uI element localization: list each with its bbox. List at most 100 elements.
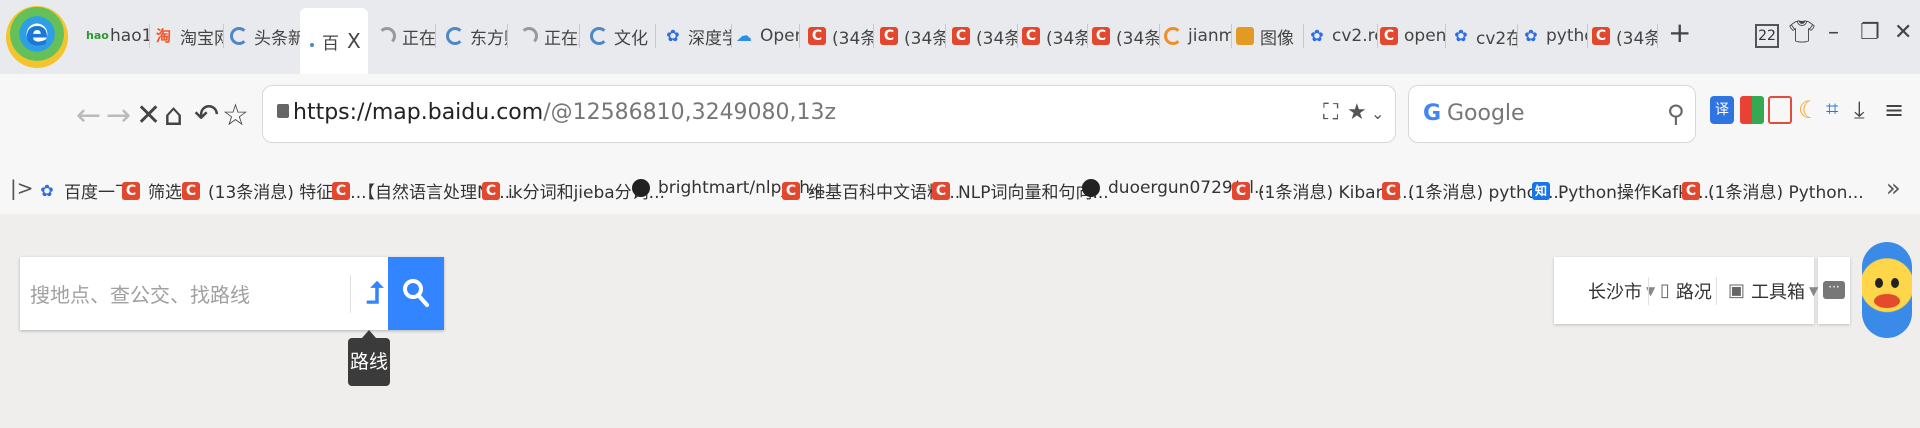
tab-label: jianm xyxy=(1188,26,1232,46)
tab-item[interactable]: 文化 xyxy=(590,14,656,58)
forward-icon[interactable]: → xyxy=(106,98,131,133)
pdf-icon[interactable] xyxy=(1768,96,1792,124)
tab-strip: e hao hao1 淘 淘宝网 头条新 百 X 正在加 东方财 正在加 文化 … xyxy=(0,0,1920,74)
download-icon[interactable]: ⤓ xyxy=(1854,96,1878,124)
baidu-paw-icon: ✿ xyxy=(1454,26,1468,45)
tab-item[interactable]: ☁ Open xyxy=(736,14,800,58)
loading-icon xyxy=(590,27,608,45)
tab-item[interactable]: 正在加 xyxy=(378,14,436,58)
tab-item[interactable]: C (34条 xyxy=(880,14,946,58)
tab-item[interactable]: C (34条 xyxy=(1092,14,1160,58)
image-icon xyxy=(1236,27,1254,45)
chevron-down-icon[interactable]: ⌄ xyxy=(1371,104,1384,123)
lock-icon xyxy=(277,104,289,118)
tab-item[interactable]: ✿ cv2在 xyxy=(1452,14,1518,58)
cloud-icon: ☁ xyxy=(736,26,752,45)
jianshu-icon xyxy=(1164,27,1182,45)
map-search-input[interactable]: 搜地点、查公交、找路线 xyxy=(30,279,250,308)
tab-item[interactable]: C (34条 xyxy=(1022,14,1088,58)
google-icon: G xyxy=(1423,101,1442,126)
route-arrow-icon: ⮥ xyxy=(366,276,384,311)
tab-item[interactable]: 头条新 xyxy=(230,14,300,58)
address-toolbar: ← → ✕ ⌂ ↶ ☆ https://map.baidu.com/@12586… xyxy=(0,74,1920,166)
map-canvas[interactable]: 搜地点、查公交、找路线 ⮥ 路线 长沙市 ▼ ▯ 路况 ▣ 工具箱 ▼ ··· xyxy=(0,214,1920,428)
address-bar[interactable]: https://map.baidu.com/@12586810,3249080,… xyxy=(262,85,1396,143)
tab-item[interactable]: jianm xyxy=(1164,14,1232,58)
csdn-icon: C xyxy=(1092,27,1110,45)
tab-label: 图像 xyxy=(1260,28,1294,49)
tab-item[interactable]: C (34条 xyxy=(1592,14,1658,58)
close-window-icon[interactable]: ✕ xyxy=(1894,20,1912,45)
csdn-icon: C xyxy=(1382,181,1400,200)
bookmark-item[interactable]: C 筛选 xyxy=(122,178,182,203)
github-icon xyxy=(1082,179,1100,197)
night-mode-icon[interactable]: ☾ xyxy=(1798,96,1822,124)
baidu-paw-icon: ✿ xyxy=(666,26,680,45)
tab-label: 正在加 xyxy=(402,28,436,49)
tab-item[interactable]: 正在加 xyxy=(520,14,580,58)
bookmark-item[interactable]: C (1条消息) Python... xyxy=(1682,178,1864,203)
map-search-button[interactable] xyxy=(388,257,444,330)
message-button[interactable]: ··· xyxy=(1818,257,1850,324)
tab-item[interactable]: 东方财 xyxy=(446,14,508,58)
tab-item[interactable]: C (34条 xyxy=(808,14,874,58)
tab-label: 东方财 xyxy=(470,28,508,49)
tab-label: 正在加 xyxy=(544,28,580,49)
minimize-icon[interactable]: – xyxy=(1828,20,1839,45)
tab-item[interactable]: ✿ pytho xyxy=(1522,14,1588,58)
tab-label: hao1 xyxy=(110,26,150,46)
new-tab-button[interactable]: + xyxy=(1668,16,1691,49)
favorite-star-icon[interactable]: ☆ xyxy=(222,98,249,133)
tab-label: (34条 xyxy=(1616,28,1658,49)
tab-count-badge[interactable]: 22 xyxy=(1755,24,1779,48)
address-url[interactable]: https://map.baidu.com/@12586810,3249080,… xyxy=(293,100,836,125)
search-icon[interactable]: ⚲ xyxy=(1667,100,1685,128)
undo-icon[interactable]: ↶ xyxy=(194,98,219,133)
toolbox-button[interactable]: ▣ 工具箱 ▼ xyxy=(1728,257,1818,324)
avatar[interactable] xyxy=(1862,242,1912,338)
tab-close-button[interactable]: X xyxy=(347,29,361,53)
tab-item[interactable]: 淘 淘宝网 xyxy=(156,14,224,58)
tab-item[interactable]: hao hao1 xyxy=(86,14,150,58)
bookmark-label: (1条消息) Python... xyxy=(1708,183,1864,203)
screenshot-icon[interactable]: ⛶ xyxy=(1323,100,1338,125)
back-icon[interactable]: ← xyxy=(76,98,101,133)
bookmarks-more-button[interactable]: » xyxy=(1886,174,1901,202)
sidebar-toggle-icon[interactable]: |> xyxy=(10,176,34,200)
map-toolbar: 长沙市 ▼ ▯ 路况 ▣ 工具箱 ▼ xyxy=(1554,257,1818,324)
tab-item[interactable]: ✿ cv2.re xyxy=(1308,14,1378,58)
search-bar[interactable]: G Google ⚲ xyxy=(1408,85,1696,143)
csdn-icon: C xyxy=(932,181,950,200)
translate-icon[interactable]: 译 xyxy=(1710,96,1734,124)
crop-icon[interactable]: ⌗ xyxy=(1826,96,1850,124)
search-engine-label: Google xyxy=(1447,101,1525,126)
bookmark-star-icon[interactable]: ★ xyxy=(1347,100,1367,125)
csdn-icon: C xyxy=(482,181,500,200)
restore-icon[interactable]: ❐ xyxy=(1860,20,1880,45)
tab-item[interactable]: C (34条 xyxy=(952,14,1018,58)
menu-icon[interactable]: ≡ xyxy=(1884,96,1908,124)
home-icon[interactable]: ⌂ xyxy=(164,98,183,133)
city-selector[interactable]: 长沙市 ▼ xyxy=(1588,257,1655,324)
apps-icon[interactable] xyxy=(1740,96,1764,124)
route-tooltip: 路线 xyxy=(348,330,390,386)
search-icon xyxy=(403,279,429,307)
bookmark-item[interactable]: ✿ 百度一下 xyxy=(38,178,132,203)
csdn-icon: C xyxy=(332,181,350,200)
tab-item[interactable]: ✿ 深度学 xyxy=(664,14,732,58)
skin-icon[interactable]: 👕︎ xyxy=(1788,20,1816,45)
tab-label: (34条 xyxy=(1116,28,1160,49)
tab-label: 百 xyxy=(322,33,339,54)
traffic-button[interactable]: ▯ 路况 xyxy=(1660,257,1712,324)
tab-item-active[interactable]: 百 X xyxy=(300,8,368,74)
loading-icon xyxy=(520,27,538,45)
loading-icon xyxy=(230,27,248,45)
tab-item[interactable]: C open xyxy=(1380,14,1446,58)
message-icon: ··· xyxy=(1823,281,1845,299)
tab-item[interactable]: 图像 xyxy=(1236,14,1304,58)
stop-icon[interactable]: ✕ xyxy=(136,98,161,133)
csdn-icon: C xyxy=(782,181,800,200)
csdn-icon: C xyxy=(122,181,140,200)
browser-logo-icon[interactable]: e xyxy=(6,6,68,68)
tab-label: (34条 xyxy=(832,28,874,49)
